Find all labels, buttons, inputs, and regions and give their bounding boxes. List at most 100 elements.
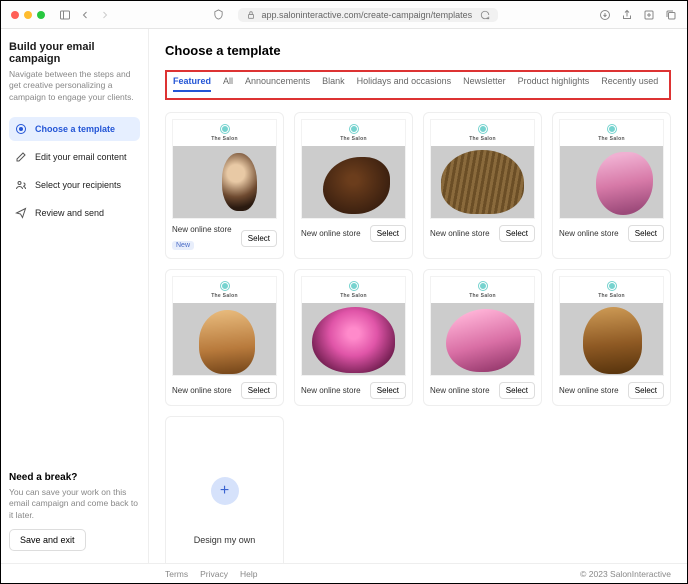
select-button[interactable]: Select [370,382,406,399]
tab-featured[interactable]: Featured [173,76,211,92]
footer-link-privacy[interactable]: Privacy [200,569,228,579]
download-icon[interactable] [599,9,611,21]
template-hero-image [431,303,534,375]
template-thumbnail: The Salon [172,119,277,219]
break-heading: Need a break? [9,472,140,483]
brand-label: The Salon [469,136,496,142]
tab-blank[interactable]: Blank [322,76,345,92]
template-thumbnail: The Salon [301,276,406,376]
template-title: New online store [172,386,237,395]
step-label: Choose a template [35,124,115,134]
step-choose-template[interactable]: Choose a template [9,117,140,141]
template-title: New online store [172,225,232,234]
brand-logo-icon [478,281,488,291]
template-card[interactable]: The Salon New online store Select [165,269,284,406]
shield-icon[interactable] [213,9,224,20]
brand-logo-icon [478,124,488,134]
forward-icon[interactable] [99,9,111,21]
step-edit-content[interactable]: Edit your email content [9,145,140,169]
edit-icon [15,151,27,163]
maximize-window-icon[interactable] [37,11,45,19]
template-thumbnail: The Salon [172,276,277,376]
window-controls [11,11,45,19]
sidebar-toggle-icon[interactable] [59,9,71,21]
template-thumbnail: The Salon [430,276,535,376]
back-icon[interactable] [79,9,91,21]
send-icon [15,207,27,219]
brand-label: The Salon [469,293,496,299]
share-icon[interactable] [621,9,633,21]
brand-label: The Salon [340,293,367,299]
footer-link-help[interactable]: Help [240,569,257,579]
tab-recently-used[interactable]: Recently used [601,76,658,92]
copyright: © 2023 SalonInteractive [580,569,671,579]
template-tabs: Featured All Announcements Blank Holiday… [173,76,663,92]
url-bar[interactable]: app.saloninteractive.com/create-campaign… [238,8,498,22]
tabs-highlight-box: Featured All Announcements Blank Holiday… [165,70,671,100]
brand-label: The Salon [211,136,238,142]
template-card[interactable]: The Salon New online store Select [423,269,542,406]
step-select-recipients[interactable]: Select your recipients [9,173,140,197]
brand-label: The Salon [340,136,367,142]
brand-logo-icon [607,124,617,134]
template-card[interactable]: The Salon New online store Select [552,112,671,259]
step-review-send[interactable]: Review and send [9,201,140,225]
template-title: New online store [430,386,495,395]
template-title: New online store [301,229,366,238]
select-button[interactable]: Select [499,382,535,399]
template-card[interactable]: The Salon New online store Select [294,269,413,406]
select-button[interactable]: Select [241,382,277,399]
sidebar-title: Build your email campaign [9,41,140,65]
brand-logo-icon [607,281,617,291]
design-own-label: Design my own [194,535,256,545]
step-label: Review and send [35,208,104,218]
step-label: Select your recipients [35,180,121,190]
select-button[interactable]: Select [370,225,406,242]
minimize-window-icon[interactable] [24,11,32,19]
footer-link-terms[interactable]: Terms [165,569,188,579]
template-card[interactable]: The Salon New online store Select [423,112,542,259]
template-icon [15,123,27,135]
url-text: app.saloninteractive.com/create-campaign… [262,10,473,20]
step-label: Edit your email content [35,152,127,162]
tab-product-highlights[interactable]: Product highlights [518,76,590,92]
select-button[interactable]: Select [499,225,535,242]
sidebar: Build your email campaign Navigate betwe… [1,29,149,563]
select-button[interactable]: Select [241,230,277,247]
new-tab-icon[interactable] [643,9,655,21]
template-card[interactable]: The Salon New online store Select [294,112,413,259]
tab-holidays[interactable]: Holidays and occasions [357,76,452,92]
template-hero-image [560,146,663,218]
select-button[interactable]: Select [628,225,664,242]
template-thumbnail: The Salon [301,119,406,219]
template-hero-image [431,146,534,218]
tab-announcements[interactable]: Announcements [245,76,310,92]
template-thumbnail: The Salon [559,119,664,219]
save-section: Need a break? You can save your work on … [9,460,140,551]
page-title: Choose a template [165,43,671,58]
template-hero-image [302,146,405,218]
select-button[interactable]: Select [628,382,664,399]
close-window-icon[interactable] [11,11,19,19]
save-and-exit-button[interactable]: Save and exit [9,529,86,551]
template-hero-image [173,303,276,375]
template-title: New online store [301,386,366,395]
template-title: New online store [559,229,624,238]
template-card[interactable]: The Salon New online store New Select [165,112,284,259]
template-hero-image [302,303,405,375]
tabs-overview-icon[interactable] [665,9,677,21]
page-footer: Terms Privacy Help © 2023 SalonInteracti… [1,563,687,583]
new-badge: New [172,241,194,250]
template-card[interactable]: The Salon New online store Select [552,269,671,406]
sidebar-description: Navigate between the steps and get creat… [9,69,140,103]
brand-label: The Salon [211,293,238,299]
refresh-icon[interactable] [480,10,490,20]
browser-toolbar: app.saloninteractive.com/create-campaign… [1,1,687,29]
tab-all[interactable]: All [223,76,233,92]
brand-label: The Salon [598,293,625,299]
brand-logo-icon [349,124,359,134]
design-my-own-card[interactable]: + Design my own [165,416,284,563]
template-hero-image [560,303,663,375]
tab-newsletter[interactable]: Newsletter [463,76,506,92]
template-thumbnail: The Salon [559,276,664,376]
